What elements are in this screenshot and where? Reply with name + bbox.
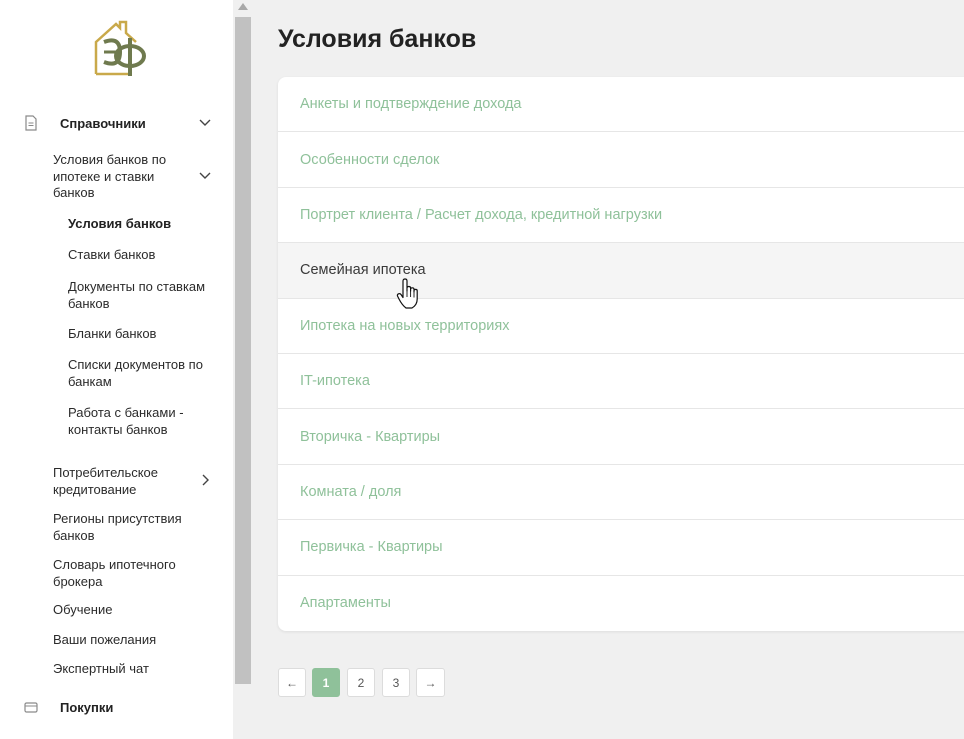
sidebar-section-purchases[interactable]: Покупки bbox=[0, 699, 233, 715]
sidebar-item-dictionary[interactable]: Словарь ипотечного брокера bbox=[53, 557, 193, 590]
list-item[interactable]: Портрет клиента / Расчет дохода, кредитн… bbox=[278, 188, 964, 244]
sidebar-subitem-bank-conditions[interactable]: Условия банков bbox=[68, 216, 218, 233]
list-item[interactable]: Апартаменты bbox=[278, 576, 964, 631]
list-item[interactable]: Вторичка - Квартиры bbox=[278, 409, 964, 465]
sidebar-subitem-document-lists[interactable]: Списки документов по банкам bbox=[68, 357, 218, 390]
scrollbar-thumb[interactable] bbox=[235, 17, 251, 684]
sidebar-item-regions[interactable]: Регионы присутствия банков bbox=[53, 511, 213, 544]
scroll-up-arrow-icon[interactable] bbox=[238, 3, 248, 10]
sidebar-purchases-label: Покупки bbox=[60, 699, 114, 715]
sidebar-item-wishes[interactable]: Ваши пожелания bbox=[53, 632, 213, 649]
hand-cursor-icon bbox=[396, 278, 418, 309]
sidebar-subitem-rate-documents[interactable]: Документы по ставкам банков bbox=[68, 279, 218, 312]
list-item[interactable]: Анкеты и подтверждение дохода bbox=[278, 77, 964, 133]
sidebar-group-bank-conditions[interactable]: Условия банков по ипотеке и ставки банко… bbox=[53, 152, 193, 202]
sidebar-section-label: Справочники bbox=[60, 115, 146, 131]
list-item[interactable]: Первичка - Квартиры bbox=[278, 520, 964, 576]
chevron-right-icon[interactable] bbox=[198, 473, 212, 487]
chevron-down-icon[interactable] bbox=[198, 169, 212, 183]
list-item[interactable]: Ипотека на новых территориях bbox=[278, 299, 964, 354]
pagination-page-button[interactable]: 2 bbox=[347, 668, 375, 697]
wallet-icon bbox=[24, 702, 38, 713]
pagination-next-button[interactable]: → bbox=[416, 668, 445, 697]
pagination-page-button[interactable]: 1 bbox=[312, 668, 340, 697]
logo bbox=[94, 20, 146, 76]
list-item[interactable]: Семейная ипотека bbox=[278, 243, 964, 299]
sidebar-item-expert-chat[interactable]: Экспертный чат bbox=[53, 661, 213, 678]
list-item[interactable]: Особенности сделок bbox=[278, 132, 964, 188]
pagination-prev-button[interactable]: ← bbox=[278, 668, 306, 697]
sidebar-item-training[interactable]: Обучение bbox=[53, 602, 213, 619]
sidebar-subitem-bank-contacts[interactable]: Работа с банками - контакты банков bbox=[68, 405, 218, 438]
sidebar-section-directories[interactable]: Справочники bbox=[0, 115, 233, 131]
sidebar: Справочники Условия банков по ипотеке и … bbox=[0, 0, 233, 739]
list-item[interactable]: Комната / доля bbox=[278, 465, 964, 521]
conditions-list: Анкеты и подтверждение дохода Особенност… bbox=[278, 77, 964, 631]
pagination-page-button[interactable]: 3 bbox=[382, 668, 410, 697]
sidebar-subitem-bank-forms[interactable]: Бланки банков bbox=[68, 326, 218, 343]
document-icon bbox=[25, 115, 37, 131]
chevron-down-icon[interactable] bbox=[198, 116, 212, 130]
page-title: Условия банков bbox=[278, 25, 477, 53]
sidebar-item-consumer-credit[interactable]: Потребительское кредитование bbox=[53, 465, 193, 498]
sidebar-scrollbar[interactable] bbox=[233, 0, 253, 739]
sidebar-subitem-bank-rates[interactable]: Ставки банков bbox=[68, 247, 218, 264]
list-item[interactable]: IT-ипотека bbox=[278, 354, 964, 410]
